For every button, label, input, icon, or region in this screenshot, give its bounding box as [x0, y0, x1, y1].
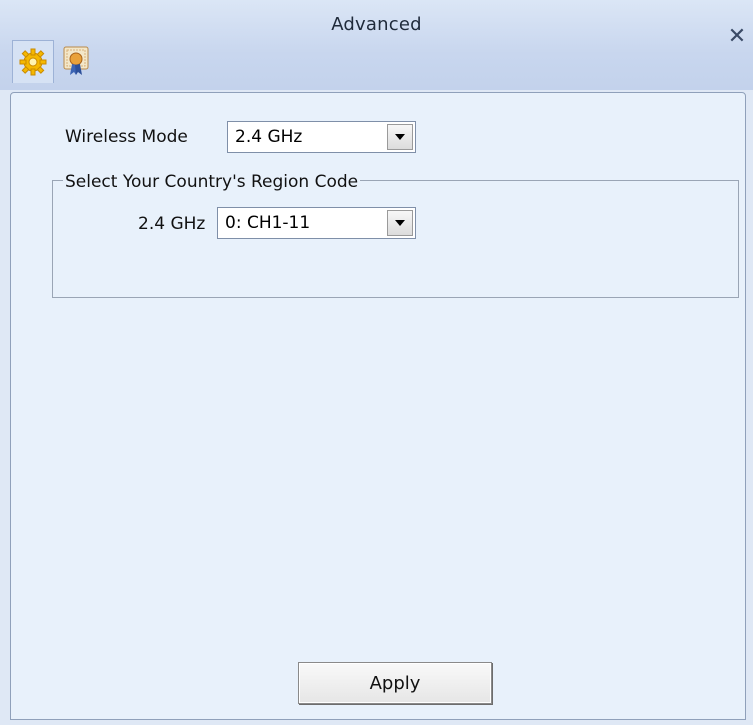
tab-certificate[interactable]: [56, 40, 96, 82]
window-title: Advanced: [331, 14, 422, 35]
certificate-icon: [63, 46, 89, 75]
region-code-value: 0: CH1-11: [225, 213, 311, 233]
region-code-select[interactable]: 0: CH1-11: [217, 207, 416, 239]
wireless-mode-value: 2.4 GHz: [235, 127, 303, 147]
gear-icon: [19, 48, 47, 76]
tab-settings[interactable]: [12, 40, 54, 83]
wireless-mode-label: Wireless Mode: [65, 127, 188, 147]
wireless-mode-select[interactable]: 2.4 GHz: [227, 121, 416, 153]
region-groupbox: [52, 180, 739, 298]
apply-button[interactable]: Apply: [298, 662, 492, 704]
chevron-down-icon[interactable]: [387, 210, 413, 236]
title-bar: Advanced ✕: [0, 0, 753, 90]
close-icon[interactable]: ✕: [726, 26, 748, 48]
band-label: 2.4 GHz: [138, 214, 206, 234]
region-group-label: Select Your Country's Region Code: [63, 172, 361, 192]
chevron-down-icon[interactable]: [387, 124, 413, 150]
